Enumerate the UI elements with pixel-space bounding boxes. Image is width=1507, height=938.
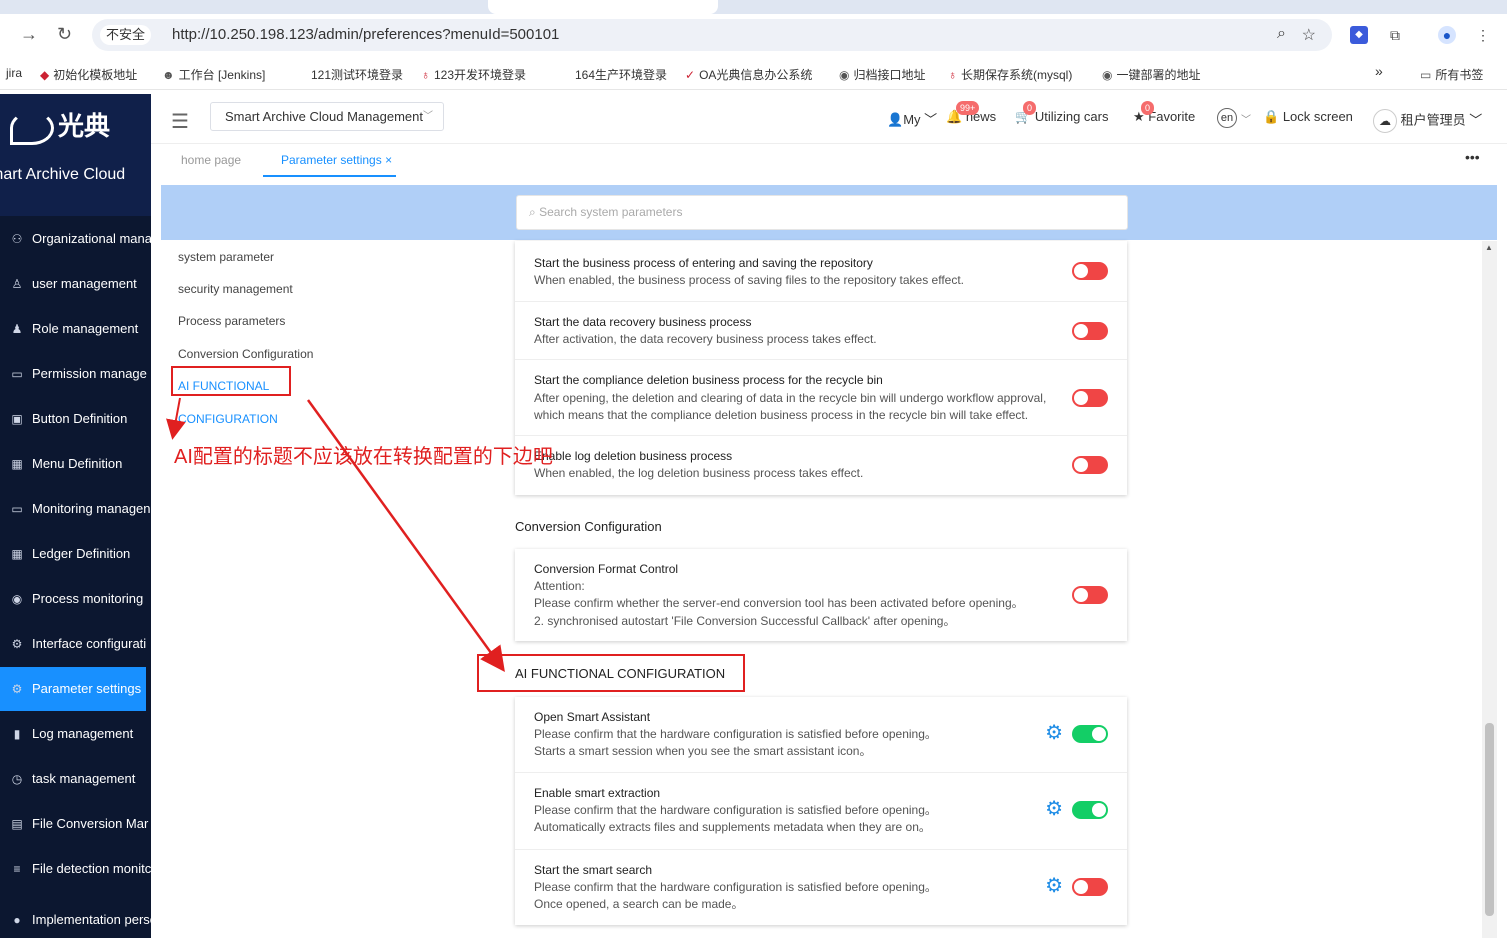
annotation-text: AI配置的标题不应该放在转换配置的下边吧 <box>174 446 553 468</box>
annotation-arrows <box>166 397 505 673</box>
annotation-arrow <box>166 397 186 440</box>
